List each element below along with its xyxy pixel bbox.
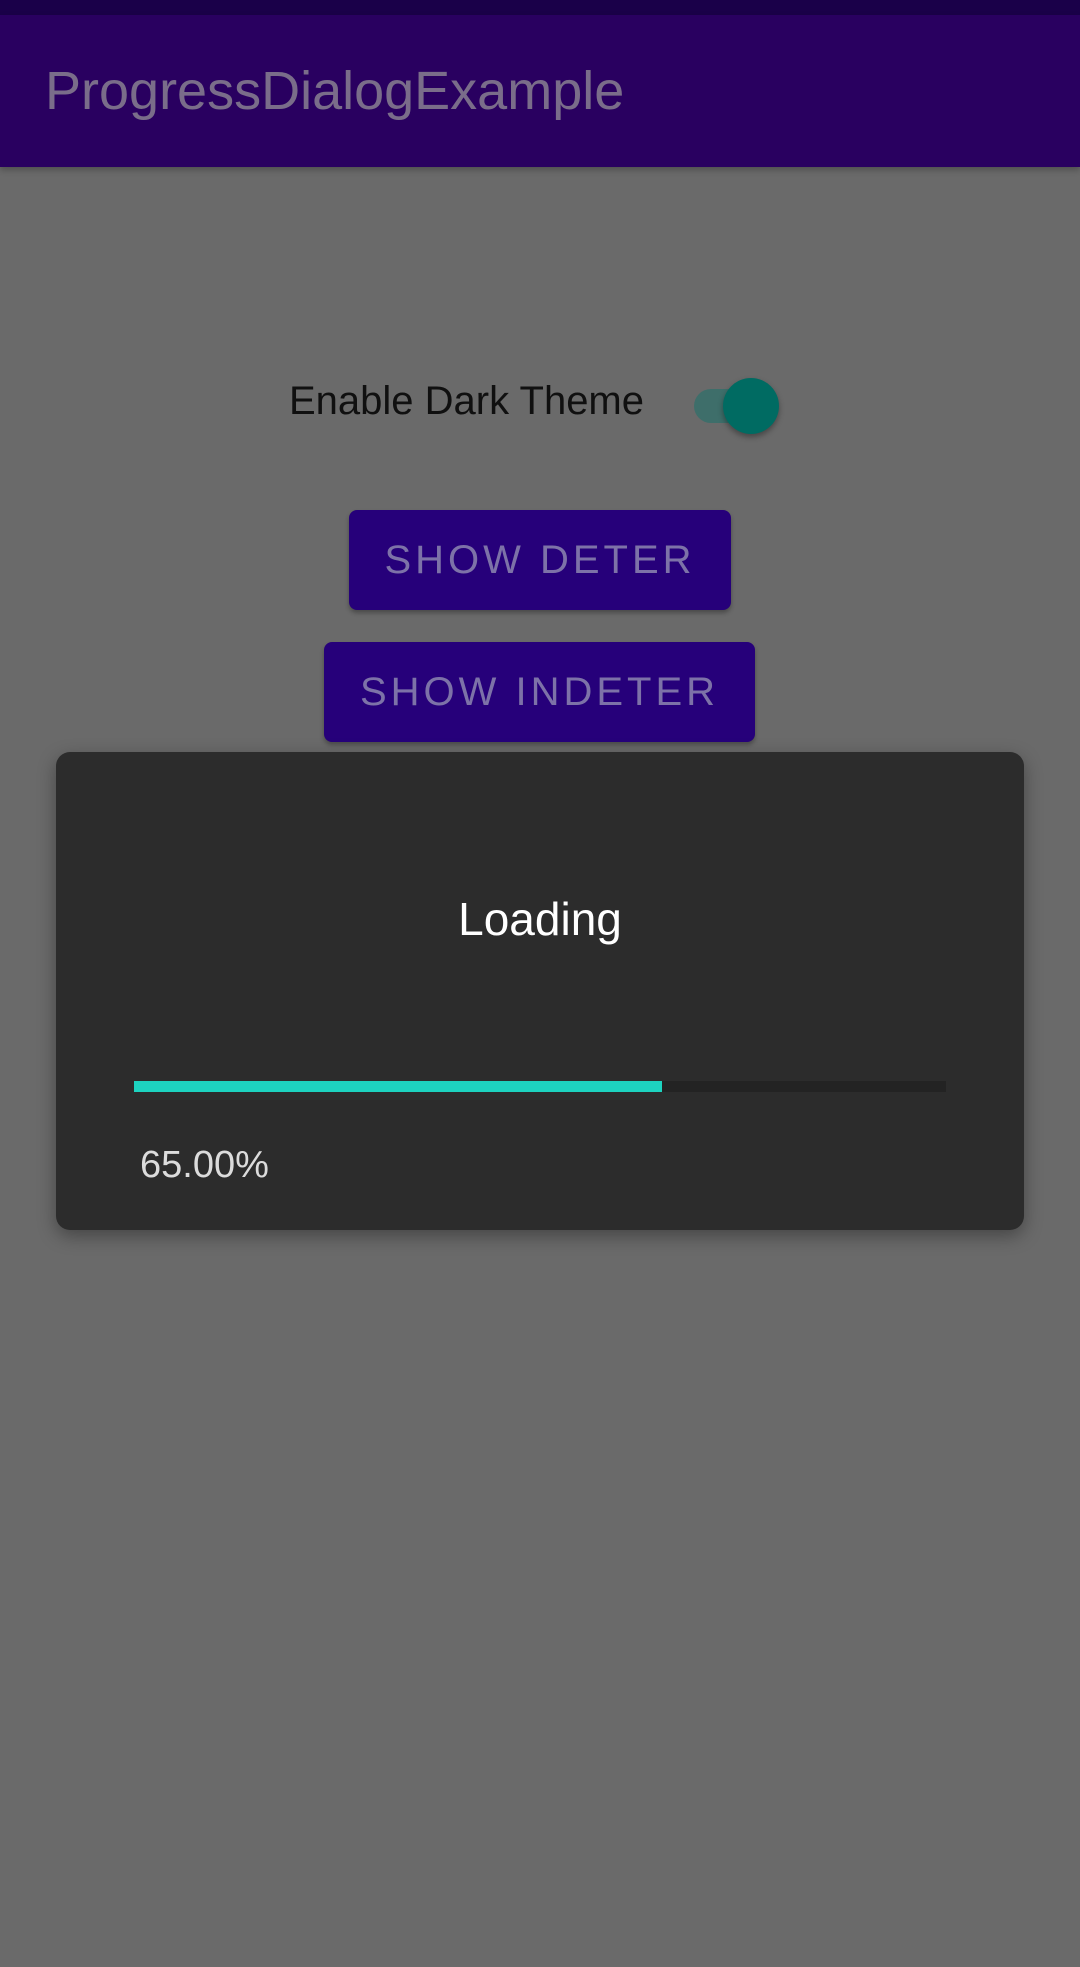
show-determinate-button[interactable]: SHOW DETER — [349, 510, 731, 610]
dark-theme-row: Enable Dark Theme — [0, 364, 1080, 438]
progress-dialog: Loading 65.00% — [56, 752, 1024, 1230]
switch-thumb — [723, 378, 779, 434]
progress-bar-fill — [134, 1081, 662, 1092]
show-indeterminate-button[interactable]: SHOW INDETER — [324, 642, 755, 742]
progress-bar — [134, 1081, 946, 1092]
app-title: ProgressDialogExample — [45, 61, 625, 121]
dialog-title: Loading — [458, 893, 622, 945]
app-bar: ProgressDialogExample — [0, 15, 1080, 167]
progress-percent-text: 65.00% — [140, 1144, 269, 1186]
dark-theme-label: Enable Dark Theme — [289, 379, 644, 423]
dark-theme-switch[interactable] — [690, 372, 784, 434]
status-bar — [0, 0, 1080, 15]
